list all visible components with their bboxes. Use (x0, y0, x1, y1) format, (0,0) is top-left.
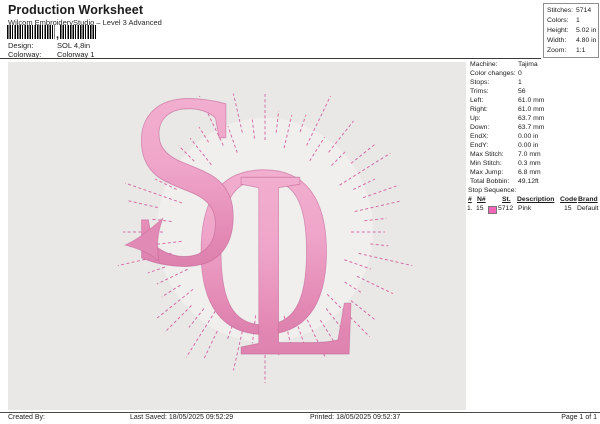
total-bobbin-row: Total Bobbin:49.12ft (470, 177, 598, 186)
stop-description: Pink (518, 205, 531, 212)
machine-row: Machine:Tajima (470, 60, 598, 69)
col-needle: N# (477, 196, 486, 203)
design-barcode: , (7, 25, 97, 39)
trims-row: Trims:56 (470, 87, 598, 96)
left-row: Left:61.0 mm (470, 96, 598, 105)
max-jump-row: Max Jump:6.8 mm (470, 168, 598, 177)
summary-row-colors: Colors:1 (547, 16, 598, 26)
stop-brand: Default (577, 205, 599, 212)
summary-row-width: Width:4.80 in (547, 36, 598, 46)
footer-created-by: Created By: (8, 414, 45, 421)
stop-num: 1. (467, 205, 473, 212)
col-brand: Brand (578, 196, 598, 203)
design-preview-canvas: O S L (8, 62, 466, 410)
sol-monogram-artwork: O S L (85, 62, 415, 392)
col-code: Code (560, 196, 577, 203)
down-row: Down:63.7 mm (470, 123, 598, 132)
production-worksheet-page: Production Worksheet Wilcom EmbroiderySt… (0, 0, 600, 424)
footer-last-saved: Last Saved: 18/05/2025 09:52:29 (130, 414, 233, 421)
barcode-bars-right (60, 25, 97, 39)
footer-printed: Printed: 18/05/2025 09:52:37 (310, 414, 400, 421)
summary-row-height: Height:5.02 in (547, 26, 598, 36)
stop-sequence-title: Stop Sequence: (468, 187, 516, 194)
up-row: Up:63.7 mm (470, 114, 598, 123)
col-description: Description (517, 196, 554, 203)
right-row: Right:61.0 mm (470, 105, 598, 114)
header-divider (0, 58, 541, 59)
summary-row-zoom: Zoom:1:1 (547, 46, 598, 56)
stop-code: 15 (564, 205, 572, 212)
monogram-letter-l: L (235, 114, 364, 413)
design-summary-box: Stitches:5714 Colors:1 Height:5.02 in Wi… (543, 3, 599, 58)
summary-row-stitches: Stitches:5714 (547, 6, 598, 16)
endy-row: EndY:0.00 in (470, 141, 598, 150)
stops-row: Stops:1 (470, 78, 598, 87)
thread-color-swatch (488, 206, 497, 214)
page-title: Production Worksheet (8, 3, 143, 17)
machine-info-panel: Machine:Tajima Color changes:0 Stops:1 T… (470, 60, 598, 186)
footer-page-number: Page 1 of 1 (561, 414, 597, 421)
stop-needle: 15 (476, 205, 484, 212)
color-changes-row: Color changes:0 (470, 69, 598, 78)
col-num: # (468, 196, 472, 203)
min-stitch-row: Min Stitch:0.3 mm (470, 159, 598, 168)
design-label: Design: (8, 41, 33, 50)
max-stitch-row: Max Stitch:7.0 mm (470, 150, 598, 159)
monogram-letter-s: S (127, 42, 247, 319)
col-stitch: St. (502, 196, 511, 203)
design-name: SOL 4,8in (57, 41, 90, 50)
endx-row: EndX:0.00 in (470, 132, 598, 141)
barcode-bars-left (7, 25, 55, 39)
footer-divider (0, 412, 600, 413)
stop-thread-number: 5712 (498, 205, 513, 212)
